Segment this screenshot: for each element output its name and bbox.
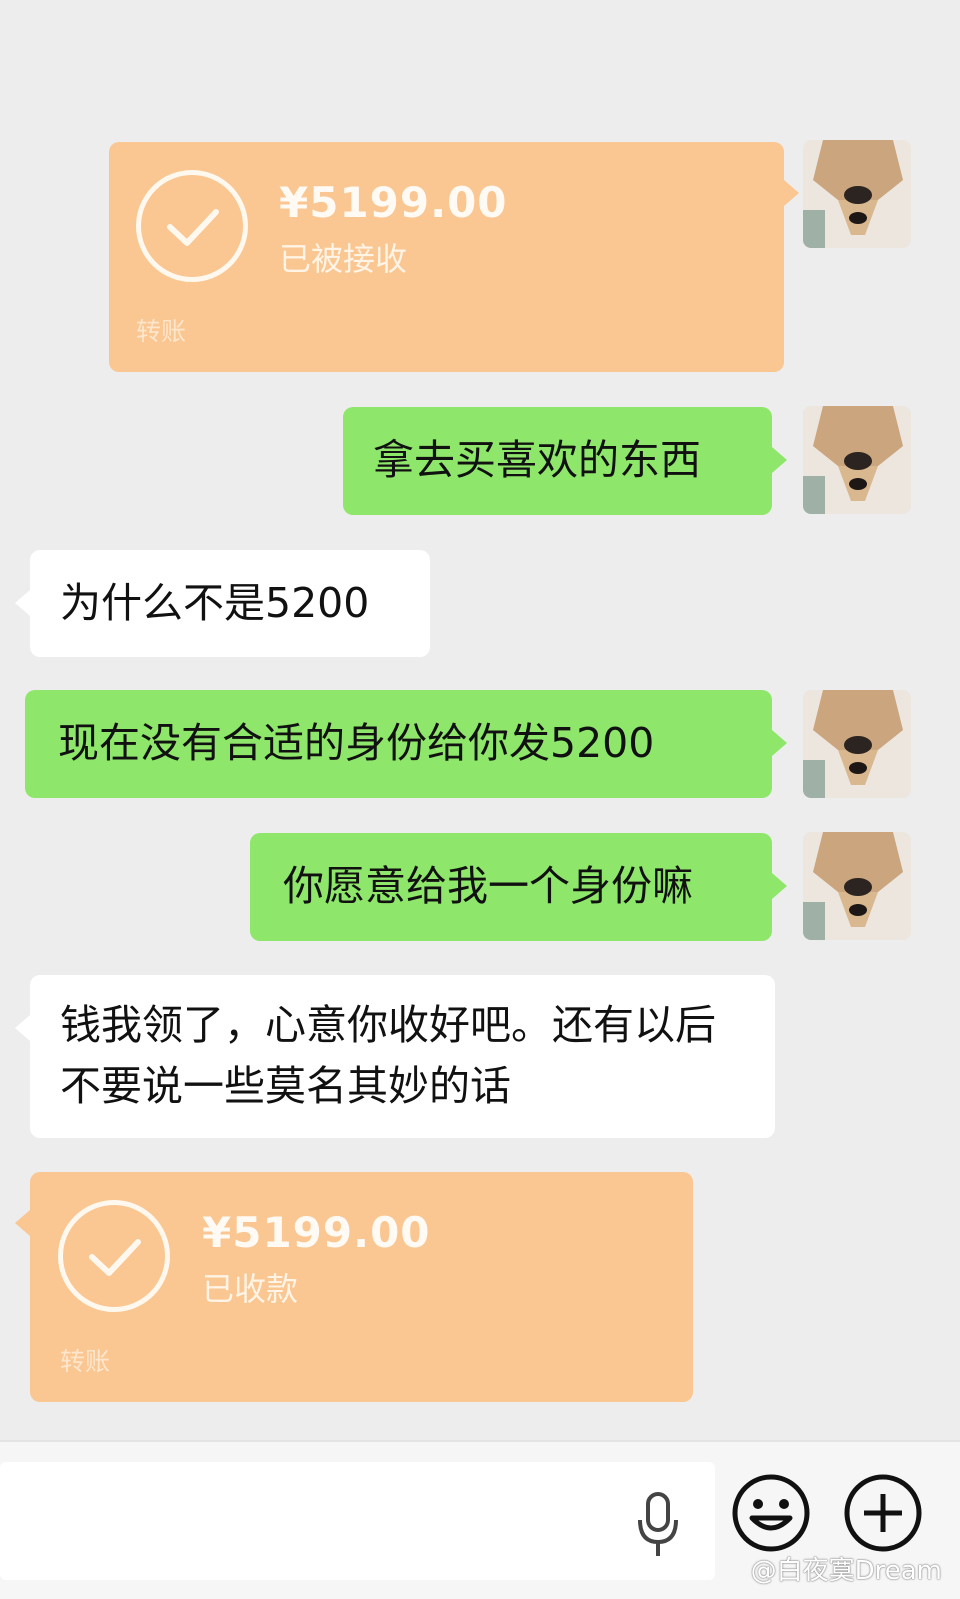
bubble-tail bbox=[772, 730, 787, 756]
transfer-accepted-icon bbox=[136, 170, 248, 282]
transfer-status: 已收款 bbox=[202, 1270, 299, 1308]
my-avatar[interactable] bbox=[803, 832, 911, 940]
message-bubble-sent[interactable]: 拿去买喜欢的东西 bbox=[343, 407, 772, 515]
transfer-amount: ¥5199.00 bbox=[202, 1208, 431, 1257]
watermark: @白夜寞Dream bbox=[750, 1556, 942, 1586]
message-text: 拿去买喜欢的东西 bbox=[373, 436, 701, 484]
my-avatar[interactable] bbox=[803, 140, 911, 248]
message-text: 为什么不是5200 bbox=[60, 579, 370, 627]
transfer-amount: ¥5199.00 bbox=[279, 178, 508, 227]
bubble-tail bbox=[772, 447, 787, 473]
emoji-icon[interactable] bbox=[730, 1472, 812, 1554]
message-text: 钱我领了，心意你收好吧。还有以后不要说一些莫名其妙的话 bbox=[60, 1001, 716, 1110]
microphone-icon[interactable] bbox=[636, 1490, 680, 1560]
message-bubble-received[interactable]: 为什么不是5200 bbox=[30, 550, 430, 657]
chat-header bbox=[0, 0, 960, 110]
my-avatar[interactable] bbox=[803, 690, 911, 798]
plus-icon[interactable] bbox=[842, 1472, 924, 1554]
bubble-tail bbox=[15, 590, 30, 616]
transfer-label: 转账 bbox=[60, 1347, 111, 1376]
message-bubble-sent[interactable]: 你愿意给我一个身份嘛 bbox=[250, 833, 772, 941]
bubble-tail bbox=[15, 1210, 30, 1236]
message-bubble-received[interactable]: 钱我领了，心意你收好吧。还有以后不要说一些莫名其妙的话 bbox=[30, 975, 775, 1138]
transfer-bubble-sent[interactable]: ¥5199.00 已被接收 转账 bbox=[109, 142, 784, 372]
message-text: 现在没有合适的身份给你发5200 bbox=[58, 719, 655, 767]
transfer-label: 转账 bbox=[136, 317, 187, 346]
bubble-tail bbox=[15, 1015, 30, 1041]
bubble-tail bbox=[784, 180, 799, 206]
message-input[interactable] bbox=[0, 1462, 715, 1580]
transfer-status: 已被接收 bbox=[279, 240, 408, 278]
message-text: 你愿意给我一个身份嘛 bbox=[283, 862, 693, 910]
bubble-tail bbox=[772, 873, 787, 899]
message-bubble-sent[interactable]: 现在没有合适的身份给你发5200 bbox=[25, 690, 772, 798]
transfer-bubble-received[interactable]: ¥5199.00 已收款 转账 bbox=[30, 1172, 693, 1402]
transfer-received-icon bbox=[58, 1200, 170, 1312]
my-avatar[interactable] bbox=[803, 406, 911, 514]
